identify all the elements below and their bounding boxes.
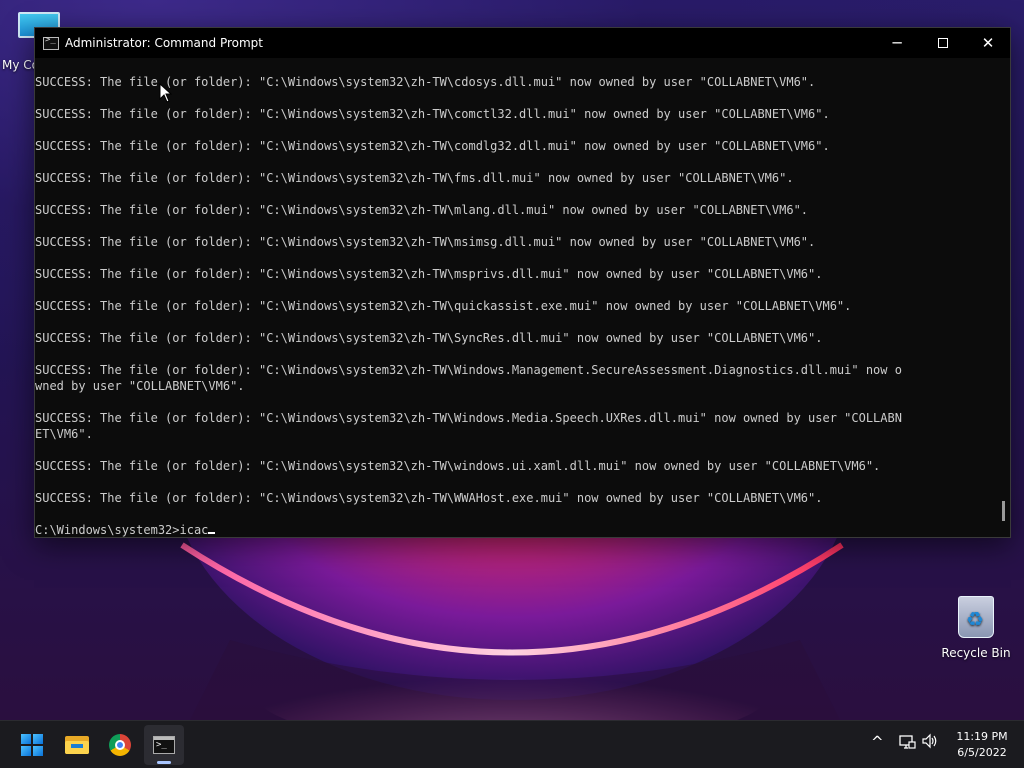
clock-time: 11:19 PM bbox=[956, 730, 1008, 743]
console-line: SUCCESS: The file (or folder): "C:\Windo… bbox=[35, 267, 823, 281]
folder-icon bbox=[65, 736, 89, 754]
console-line: SUCCESS: The file (or folder): "C:\Windo… bbox=[35, 75, 816, 89]
desktop-icon-recycle-bin[interactable]: ♻ Recycle Bin bbox=[940, 596, 1012, 660]
console-lines: SUCCESS: The file (or folder): "C:\Windo… bbox=[35, 74, 997, 522]
text-cursor bbox=[208, 532, 216, 534]
clock-date: 6/5/2022 bbox=[957, 746, 1007, 759]
taskbar-command-prompt[interactable] bbox=[144, 725, 184, 765]
window-title-bar[interactable]: Administrator: Command Prompt ─ ✕ bbox=[35, 28, 1010, 58]
maximize-icon bbox=[938, 38, 948, 48]
system-clock[interactable]: 11:19 PM 6/5/2022 bbox=[950, 729, 1014, 761]
taskbar: ^ 11:19 PM 6/5/2022 bbox=[0, 720, 1024, 768]
console-line: SUCCESS: The file (or folder): "C:\Windo… bbox=[35, 171, 794, 185]
console-line: SUCCESS: The file (or folder): "C:\Windo… bbox=[35, 203, 809, 217]
start-button[interactable] bbox=[12, 725, 52, 765]
console-line: SUCCESS: The file (or folder): "C:\Windo… bbox=[35, 331, 823, 345]
console-line: SUCCESS: The file (or folder): "C:\Windo… bbox=[35, 107, 830, 121]
console-line: SUCCESS: The file (or folder): "C:\Windo… bbox=[35, 411, 902, 425]
minimize-button[interactable]: ─ bbox=[874, 28, 920, 58]
console-line: SUCCESS: The file (or folder): "C:\Windo… bbox=[35, 491, 823, 505]
desktop-icon-label: Recycle Bin bbox=[941, 646, 1011, 660]
console-line: SUCCESS: The file (or folder): "C:\Windo… bbox=[35, 139, 830, 153]
close-button[interactable]: ✕ bbox=[965, 28, 1011, 58]
taskbar-file-explorer[interactable] bbox=[57, 725, 97, 765]
volume-icon[interactable] bbox=[921, 733, 939, 749]
running-indicator bbox=[157, 761, 171, 764]
console-line: SUCCESS: The file (or folder): "C:\Windo… bbox=[35, 235, 816, 249]
window-title: Administrator: Command Prompt bbox=[65, 36, 263, 50]
console-line: SUCCESS: The file (or folder): "C:\Windo… bbox=[35, 459, 881, 473]
network-icon[interactable] bbox=[898, 734, 916, 750]
close-icon: ✕ bbox=[981, 34, 995, 52]
command-prompt-window[interactable]: Administrator: Command Prompt ─ ✕ SUCCES… bbox=[34, 27, 1011, 538]
console-prompt: C:\Windows\system32> bbox=[35, 523, 180, 537]
console-line: wned by user "COLLABNET\VM6". bbox=[35, 379, 245, 393]
recycle-bin-icon: ♻ bbox=[958, 596, 994, 638]
minimize-icon: ─ bbox=[892, 34, 902, 52]
console-output[interactable]: SUCCESS: The file (or folder): "C:\Windo… bbox=[35, 58, 997, 538]
terminal-icon bbox=[43, 35, 59, 50]
terminal-icon bbox=[153, 736, 175, 754]
chrome-icon bbox=[109, 734, 131, 756]
console-line: SUCCESS: The file (or folder): "C:\Windo… bbox=[35, 363, 902, 377]
maximize-button[interactable] bbox=[920, 28, 966, 58]
console-line: ET\VM6". bbox=[35, 427, 93, 441]
mouse-pointer-icon bbox=[159, 83, 173, 103]
console-input[interactable]: icac bbox=[180, 523, 209, 537]
console-prompt-line[interactable]: C:\Windows\system32>icac bbox=[35, 522, 997, 538]
show-hidden-icons-chevron-icon[interactable]: ^ bbox=[871, 733, 884, 751]
scrollbar-thumb[interactable] bbox=[1002, 501, 1005, 521]
console-line: SUCCESS: The file (or folder): "C:\Windo… bbox=[35, 299, 852, 313]
windows-logo-icon bbox=[21, 734, 43, 756]
taskbar-chrome[interactable] bbox=[100, 725, 140, 765]
